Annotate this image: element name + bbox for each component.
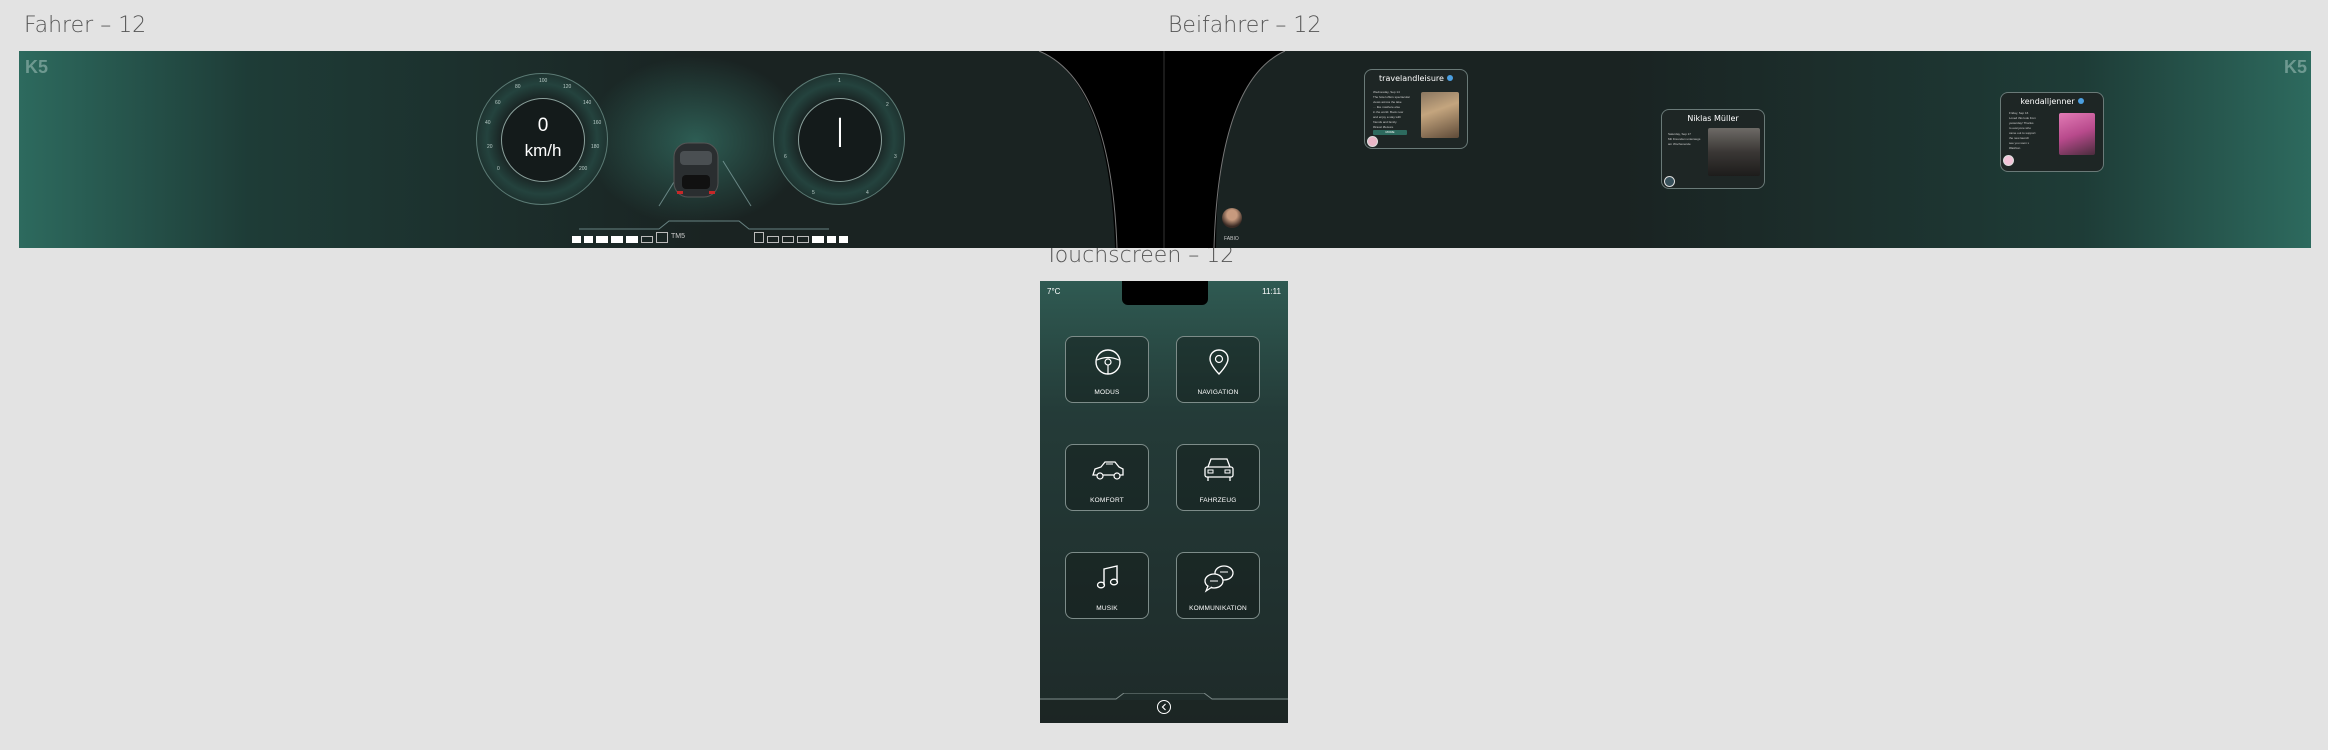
verified-badge-icon	[2077, 98, 2084, 104]
level-segment	[626, 236, 638, 243]
driver-avatar-label: FABIO	[1224, 236, 1239, 242]
chevron-left-icon	[1161, 703, 1166, 711]
tile-label: NAVIGATION	[1197, 389, 1239, 396]
speed-unit: km/h	[524, 141, 562, 160]
card-title: travelandleisure	[1379, 74, 1444, 83]
gear-value: I	[834, 111, 846, 157]
car-top-view-icon	[673, 142, 719, 198]
tile-komfort[interactable]: KOMFORT	[1065, 444, 1149, 511]
artboard-label-fahrer: Fahrer – 12	[24, 13, 147, 38]
range-label: TM5	[671, 233, 685, 240]
card-title: Niklas Müller	[1687, 114, 1739, 123]
back-button[interactable]	[1157, 700, 1171, 714]
speed-tick: 80	[515, 84, 521, 90]
tile-label: KOMFORT	[1090, 497, 1124, 504]
tile-musik[interactable]: MUSIK	[1065, 552, 1149, 619]
gear-indicator: 1 2 3 4 5 6 I	[773, 73, 905, 205]
tile-kommunikation[interactable]: KOMMUNIKATION	[1176, 552, 1260, 619]
post-image	[2059, 113, 2095, 155]
speed-tick: 40	[485, 120, 491, 126]
tile-label: MUSIK	[1096, 605, 1118, 612]
speed-tick: 160	[593, 120, 602, 126]
brand-logo-left: K5	[25, 57, 49, 77]
speed-tick: 120	[563, 84, 572, 90]
card-caption: Saturday, Sep 17 Mit Freunden unterwegs …	[1668, 132, 1710, 147]
music-note-icon	[1096, 565, 1119, 589]
level-segment	[782, 236, 794, 243]
speed-tick: 60	[495, 100, 501, 106]
gear-tick: 4	[866, 190, 869, 196]
level-segment	[596, 236, 608, 243]
steering-wheel-icon	[1095, 349, 1121, 375]
vehicle-icon	[1204, 458, 1234, 481]
gear-tick: 1	[838, 78, 841, 84]
card-title-row: travelandleisure	[1365, 74, 1467, 83]
car-seat-comfort-icon	[1092, 461, 1124, 480]
driver-avatar[interactable]	[1222, 208, 1242, 228]
gear-tick: 5	[812, 190, 815, 196]
avatar	[1664, 176, 1675, 187]
card-title-row: kendalljenner	[2001, 97, 2103, 106]
outside-temperature: 7°C	[1047, 287, 1061, 296]
avatar	[1367, 136, 1378, 147]
speed-tick: 180	[591, 144, 600, 150]
card-caption: Friday, Sep 16 Loved this look from yest…	[2009, 111, 2053, 151]
level-segment	[754, 232, 764, 243]
speed-tick: 200	[579, 166, 588, 172]
speed-readout: 0 km/h	[501, 98, 585, 182]
gear-tick: 3	[894, 154, 897, 160]
speed-tick: 0	[497, 166, 500, 172]
card-caption: Wednesday, Sep 14 The hotel offers spect…	[1373, 90, 1417, 130]
gear-readout: I	[798, 98, 882, 182]
brand-logo-right: K5	[2283, 57, 2307, 77]
level-segment	[656, 232, 668, 243]
social-card-kendalljenner[interactable]: kendalljenner Friday, Sep 16 Loved this …	[2000, 92, 2104, 172]
level-segment	[812, 236, 824, 243]
level-segment	[584, 236, 593, 243]
social-card-travelandleisure[interactable]: travelandleisure Wednesday, Sep 14 The h…	[1364, 69, 1468, 149]
post-image	[1708, 128, 1760, 176]
level-segment	[797, 236, 809, 243]
cluster-graphics	[579, 51, 1286, 248]
speed-value: 0	[537, 115, 549, 136]
avatar	[2003, 155, 2014, 166]
verified-badge-icon	[1446, 75, 1453, 81]
instrument-cluster: K5 K5 100 80 60 40 20 0 120 140 160 180 …	[19, 51, 2311, 248]
level-segment	[611, 236, 623, 243]
speed-tick: 20	[487, 144, 493, 150]
level-segment	[572, 236, 581, 243]
level-segment	[839, 236, 848, 243]
chat-bubbles-icon	[1204, 565, 1234, 593]
speed-tick: 140	[583, 100, 592, 106]
level-segment	[641, 236, 653, 243]
tile-navigation[interactable]: NAVIGATION	[1176, 336, 1260, 403]
tile-label: FAHRZEUG	[1199, 497, 1237, 504]
touchscreen: 7°C 11:11 MODUS NAVIGATION KOMFORT FAHRZ…	[1040, 281, 1288, 723]
speed-tick: 100	[539, 78, 548, 84]
clock: 11:11	[1262, 287, 1281, 296]
artboard-label-beifahrer: Beifahrer – 12	[1168, 13, 1322, 38]
tile-fahrzeug[interactable]: FAHRZEUG	[1176, 444, 1260, 511]
caption-line: am Wochenende	[1668, 142, 1691, 146]
notch	[1122, 281, 1208, 305]
caption-line: #fashion	[2009, 146, 2021, 150]
post-image	[1421, 92, 1459, 138]
speedometer: 100 80 60 40 20 0 120 140 160 180 200 0 …	[476, 73, 608, 205]
level-segment	[827, 236, 836, 243]
gear-tick: 2	[886, 102, 889, 108]
tile-label: KOMMUNIKATION	[1189, 605, 1247, 612]
gear-tick: 6	[784, 154, 787, 160]
tile-modus[interactable]: MODUS	[1065, 336, 1149, 403]
more-button[interactable]: MORE	[1373, 130, 1407, 135]
social-card-niklas[interactable]: Niklas Müller Saturday, Sep 17 Mit Freun…	[1661, 109, 1765, 189]
tile-label: MODUS	[1094, 389, 1120, 396]
level-segment	[767, 236, 779, 243]
map-pin-icon	[1209, 349, 1229, 375]
card-title: kendalljenner	[2020, 97, 2075, 106]
